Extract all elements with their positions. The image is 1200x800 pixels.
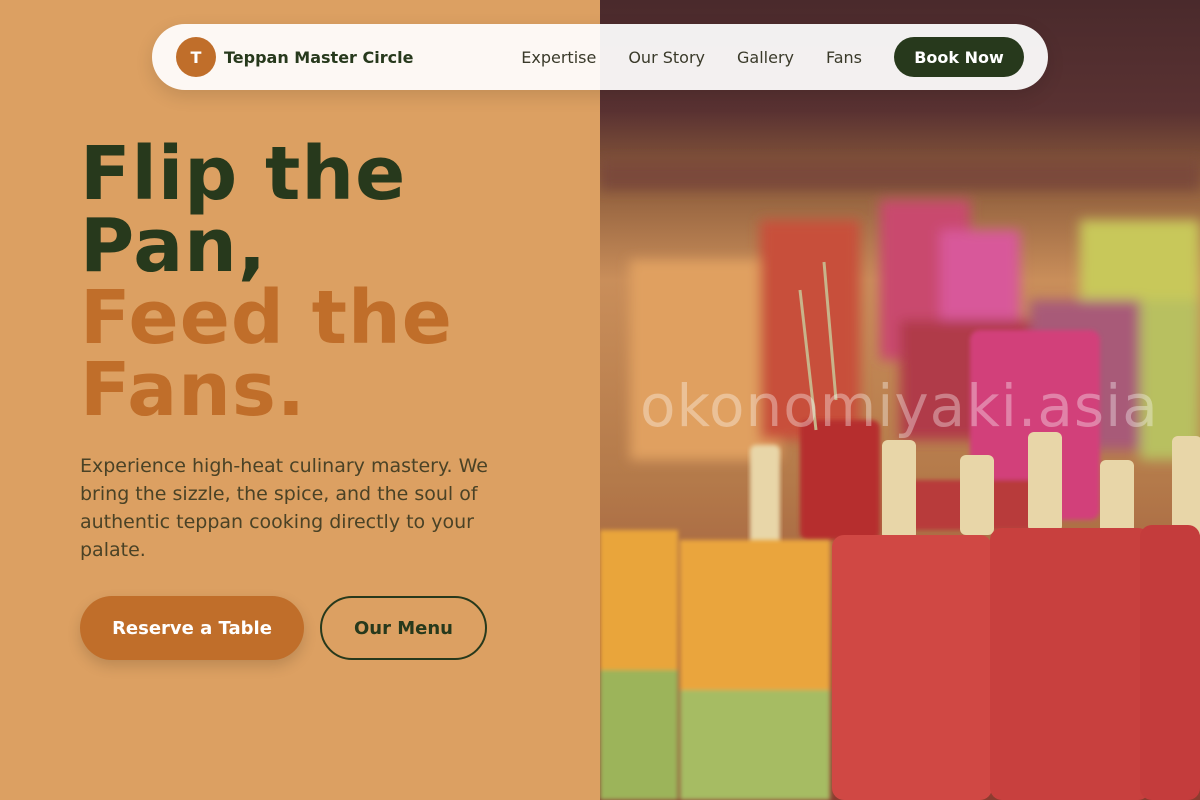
logo-icon[interactable]: T	[176, 37, 216, 77]
nav-links: Expertise Our Story Gallery Fans Book No…	[521, 37, 1024, 77]
hero-description: Experience high-heat culinary mastery. W…	[80, 455, 488, 561]
brand-name[interactable]: Teppan Master Circle	[224, 48, 413, 67]
nav-link-expertise[interactable]: Expertise	[521, 48, 596, 67]
hero-title-line-1: Flip the	[80, 131, 407, 217]
hero-title-line-3: Feed the	[80, 275, 453, 361]
nav-link-our-story[interactable]: Our Story	[628, 48, 705, 67]
hero-title-line-4: Fans.	[80, 347, 306, 433]
nav-link-fans[interactable]: Fans	[826, 48, 862, 67]
book-now-button[interactable]: Book Now	[894, 37, 1024, 77]
hero-image: okonomiyaki.asia	[600, 0, 1200, 800]
hero-title: Flip the Pan, Feed the Fans.	[80, 131, 580, 433]
navbar: T Teppan Master Circle Expertise Our Sto…	[152, 24, 1048, 90]
hero-title-line-2: Pan,	[80, 203, 267, 289]
watermark-text: okonomiyaki.asia	[640, 372, 1159, 440]
reserve-table-button[interactable]: Reserve a Table	[80, 596, 304, 660]
our-menu-button[interactable]: Our Menu	[320, 596, 487, 660]
nav-link-gallery[interactable]: Gallery	[737, 48, 794, 67]
